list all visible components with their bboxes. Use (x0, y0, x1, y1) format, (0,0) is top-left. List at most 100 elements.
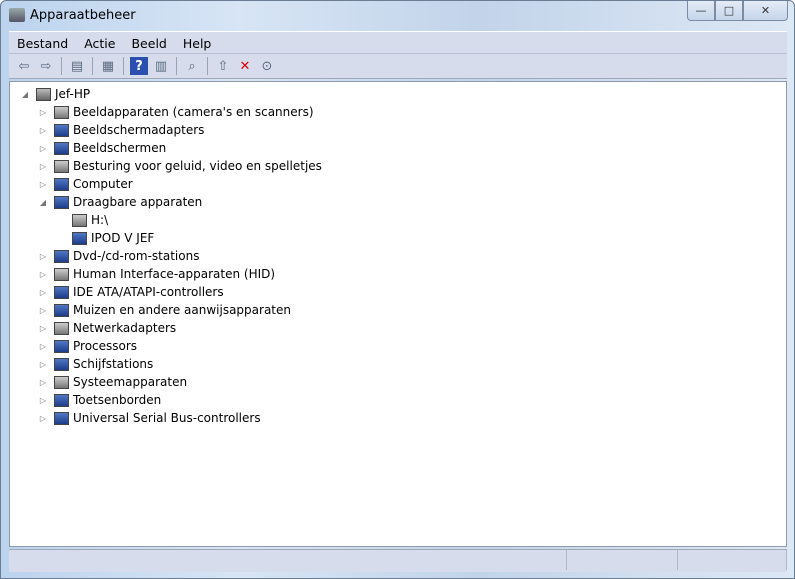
menu-beeld[interactable]: Beeld (123, 36, 174, 51)
update-driver-icon[interactable]: ⇧ (214, 57, 232, 75)
device-manager-icon (9, 8, 25, 22)
show-hide-console-tree-icon[interactable]: ▤ (68, 57, 86, 75)
tree-item-label: Human Interface-apparaten (HID) (73, 267, 276, 281)
device-tree: ◢ Jef-HP ▷ Beeldapparaten (camera's en scan… (9, 81, 787, 547)
device-icon (54, 375, 69, 389)
menu-help[interactable]: Help (175, 36, 220, 51)
device-icon (54, 177, 69, 191)
tree-item-label: Jef-HP (55, 87, 91, 101)
status-pane-1 (9, 550, 568, 570)
show-action-pane-icon[interactable]: ▥ (152, 57, 170, 75)
device-icon (54, 411, 69, 425)
expand-arrow-icon[interactable]: ▷ (38, 288, 48, 297)
tree-item[interactable]: ▷ Processors (38, 337, 137, 355)
tree-item[interactable]: ▷ IDE ATA/ATAPI-controllers (38, 283, 224, 301)
toolbar-separator (61, 57, 62, 75)
properties-icon[interactable]: ▦ (99, 57, 117, 75)
tree-root-computer[interactable]: ◢ Jef-HP (20, 85, 90, 103)
expand-arrow-icon[interactable]: ▷ (38, 180, 48, 189)
status-pane-3 (678, 550, 787, 570)
expand-arrow-icon[interactable]: ▷ (38, 360, 48, 369)
tree-item-label: Toetsenborden (73, 393, 162, 407)
tree-item[interactable]: ▷ Beeldapparaten (camera's en scanners) (38, 103, 314, 121)
forward-icon[interactable]: ⇨ (37, 57, 55, 75)
expand-arrow-icon[interactable]: ▷ (38, 162, 48, 171)
window-title: Apparaatbeheer (30, 8, 136, 23)
tree-item[interactable]: ▷ Systeemapparaten (38, 373, 187, 391)
tree-item-label: Besturing voor geluid, video en spelletj… (73, 159, 322, 173)
tree-item[interactable]: ◢ Draagbare apparaten (38, 193, 202, 211)
expand-arrow-icon[interactable]: ▷ (38, 252, 48, 261)
tree-item-label: Universal Serial Bus-controllers (73, 411, 261, 425)
device-icon (72, 213, 87, 227)
tree-item-label: IPOD V JEF (91, 231, 155, 245)
minimize-button[interactable]: — (687, 1, 715, 21)
device-icon (54, 303, 69, 317)
status-bar (9, 549, 787, 572)
toolbar-separator (207, 57, 208, 75)
device-icon (54, 159, 69, 173)
expand-arrow-icon[interactable]: ▷ (38, 414, 48, 423)
close-button[interactable]: ✕ (743, 1, 788, 21)
maximize-button[interactable]: □ (715, 1, 743, 21)
device-icon (54, 195, 69, 209)
tree-item[interactable]: H:\ (56, 211, 108, 229)
help-icon[interactable]: ? (130, 57, 148, 75)
menu-actie[interactable]: Actie (76, 36, 123, 51)
tree-item-label: H:\ (91, 213, 109, 227)
device-icon (72, 231, 87, 245)
tree-item-label: Computer (73, 177, 133, 191)
device-icon (54, 105, 69, 119)
uninstall-icon[interactable]: ✕ (236, 57, 254, 75)
expand-arrow-icon[interactable]: ▷ (38, 396, 48, 405)
toolbar-separator (176, 57, 177, 75)
tree-item[interactable]: ▷ Toetsenborden (38, 391, 161, 409)
tree-item-label: Netwerkadapters (73, 321, 177, 335)
tree-item-label: Beeldschermadapters (73, 123, 205, 137)
tree-item[interactable]: ▷ Schijfstations (38, 355, 153, 373)
tree-item-label: Muizen en andere aanwijsapparaten (73, 303, 291, 317)
tree-item[interactable]: ▷ Universal Serial Bus-controllers (38, 409, 261, 427)
device-icon (54, 123, 69, 137)
tree-item[interactable]: ▷ Computer (38, 175, 133, 193)
tree-item-label: Schijfstations (73, 357, 154, 371)
expand-arrow-icon[interactable]: ▷ (38, 378, 48, 387)
expand-arrow-icon[interactable]: ▷ (38, 144, 48, 153)
expand-arrow-icon[interactable]: ▷ (38, 306, 48, 315)
collapse-arrow-icon[interactable]: ◢ (20, 90, 30, 99)
tree-item-label: IDE ATA/ATAPI-controllers (73, 285, 224, 299)
tree-item[interactable]: ▷ Human Interface-apparaten (HID) (38, 265, 275, 283)
toolbar: ⇦ ⇨ ▤ ▦? ▥ ⌕ ⇧ ✕ ⊙ (9, 53, 787, 79)
tree-item[interactable]: ▷ Muizen en andere aanwijsapparaten (38, 301, 291, 319)
device-icon (54, 249, 69, 263)
tree-item[interactable]: ▷ Dvd-/cd-rom-stations (38, 247, 200, 265)
scan-hardware-icon[interactable]: ⌕ (183, 57, 201, 75)
back-icon[interactable]: ⇦ (15, 57, 33, 75)
expand-arrow-icon[interactable]: ▷ (38, 270, 48, 279)
device-icon (54, 267, 69, 281)
tree-item[interactable]: ▷ Besturing voor geluid, video en spellet… (38, 157, 322, 175)
device-icon (54, 285, 69, 299)
expand-arrow-icon[interactable]: ▷ (38, 108, 48, 117)
status-pane-2 (567, 550, 679, 570)
tree-item[interactable]: ▷ Beeldschermadapters (38, 121, 205, 139)
tree-item-label: Systeemapparaten (73, 375, 188, 389)
expand-arrow-icon[interactable]: ▷ (38, 126, 48, 135)
toolbar-separator (92, 57, 93, 75)
menu-bar: Bestand Actie Beeld Help (9, 31, 787, 54)
window: Apparaatbeheer — □ ✕ Bestand Actie Beeld… (0, 0, 795, 579)
tree-item-label: Beeldschermen (73, 141, 167, 155)
collapse-arrow-icon[interactable]: ◢ (38, 198, 48, 207)
toolbar-separator (123, 57, 124, 75)
expand-arrow-icon[interactable]: ▷ (38, 342, 48, 351)
device-icon (54, 141, 69, 155)
tree-item[interactable]: ▷ Beeldschermen (38, 139, 166, 157)
tree-item[interactable]: IPOD V JEF (56, 229, 154, 247)
menu-bestand[interactable]: Bestand (9, 36, 76, 51)
expand-arrow-icon[interactable]: ▷ (38, 324, 48, 333)
device-icon (54, 321, 69, 335)
tree-item[interactable]: ▷ Netwerkadapters (38, 319, 176, 337)
tree-item-label: Dvd-/cd-rom-stations (73, 249, 200, 263)
disable-icon[interactable]: ⊙ (258, 57, 276, 75)
tree-item-label: Draagbare apparaten (73, 195, 203, 209)
